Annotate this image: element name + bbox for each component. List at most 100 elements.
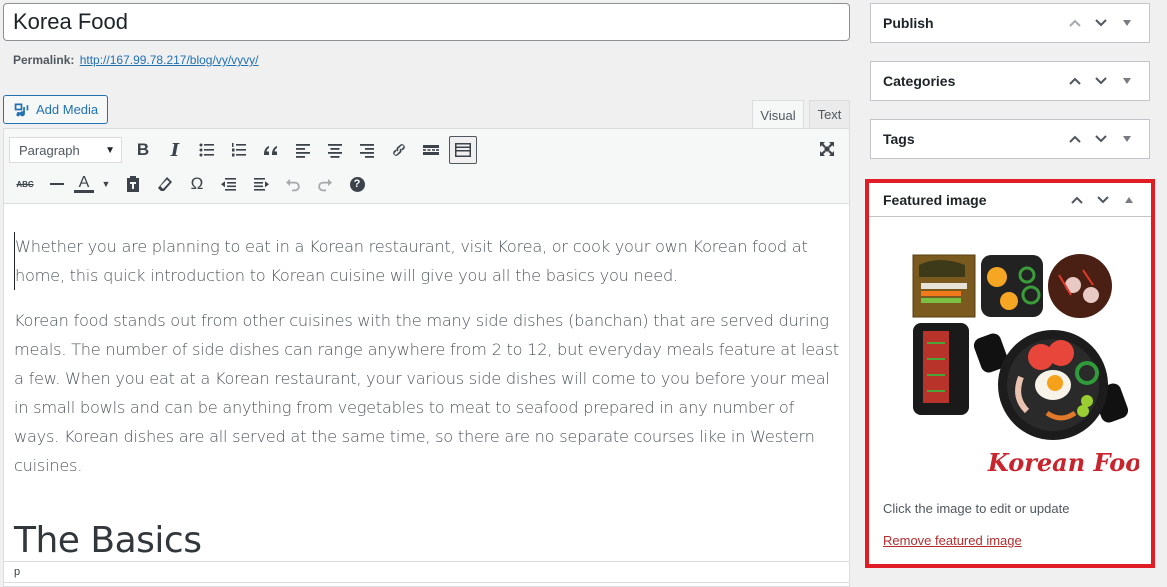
toggle-panel-button[interactable] <box>1117 71 1137 91</box>
paragraph: Whether you are planning to eat in a Kor… <box>14 232 839 290</box>
eraser-icon <box>158 177 172 191</box>
link-icon <box>393 144 405 156</box>
chevron-up-icon <box>1071 196 1083 204</box>
categories-title: Categories <box>883 73 956 89</box>
post-title-input[interactable]: Korea Food <box>3 3 850 41</box>
align-left-icon <box>296 144 310 158</box>
element-path: p <box>4 561 849 583</box>
fullscreen-button[interactable] <box>817 139 837 159</box>
move-up-button[interactable] <box>1067 190 1087 210</box>
text-color-button[interactable]: A <box>73 170 95 198</box>
chevron-up-icon <box>1069 135 1081 143</box>
categories-box: Categories <box>870 61 1150 101</box>
tab-visual[interactable]: Visual <box>752 100 804 130</box>
tab-text[interactable]: Text <box>809 100 850 129</box>
outdent-icon <box>221 178 236 191</box>
move-down-button[interactable] <box>1091 13 1111 33</box>
image-caption: Korean Food <box>987 448 1139 477</box>
chevron-down-icon <box>1095 77 1107 85</box>
bold-icon: B <box>136 140 150 159</box>
bullet-list-icon <box>199 143 214 157</box>
caret-down-icon: ▼ <box>101 179 111 189</box>
add-media-label: Add Media <box>36 102 99 117</box>
triangle-down-icon <box>1123 78 1131 84</box>
caret-down-icon: ▼ <box>105 144 115 156</box>
korean-food-illustration: Korean Food <box>883 225 1158 483</box>
bold-button[interactable]: B <box>127 136 159 164</box>
toggle-panel-button[interactable] <box>1117 129 1137 149</box>
publish-title: Publish <box>883 15 934 31</box>
media-icon <box>14 103 29 117</box>
align-center-button[interactable] <box>319 136 351 164</box>
triangle-up-icon <box>1125 196 1133 203</box>
chevron-down-icon <box>1095 135 1107 143</box>
bullet-list-button[interactable] <box>191 136 223 164</box>
horizontal-line-button[interactable] <box>41 170 73 198</box>
numbered-list-button[interactable] <box>223 136 255 164</box>
chevron-up-icon <box>1069 19 1081 27</box>
move-down-button[interactable] <box>1093 190 1113 210</box>
chevron-down-icon <box>1097 195 1109 203</box>
read-more-icon <box>423 145 439 155</box>
italic-icon: I <box>170 139 180 161</box>
move-up-button[interactable] <box>1065 13 1085 33</box>
fullscreen-icon <box>820 142 834 156</box>
align-left-button[interactable] <box>287 136 319 164</box>
move-down-button[interactable] <box>1091 129 1111 149</box>
toggle-panel-button[interactable] <box>1117 13 1137 33</box>
align-right-button[interactable] <box>351 136 383 164</box>
align-right-icon <box>360 144 374 158</box>
remove-featured-image-link[interactable]: Remove featured image <box>883 533 1022 548</box>
chevron-up-icon <box>1069 77 1081 85</box>
omega-icon: Ω <box>190 174 204 193</box>
undo-icon <box>286 179 300 192</box>
classic-editor: Paragraph ▼ B I ABC A ▼ Ω ? Whether you … <box>3 128 850 587</box>
tags-box: Tags <box>870 119 1150 159</box>
permalink-link[interactable]: http://167.99.78.217/blog/vy/vyvy/ <box>80 53 259 67</box>
heading: The Basics <box>14 520 202 561</box>
text-color-icon: A <box>78 174 90 191</box>
permalink: Permalink: http://167.99.78.217/blog/vy/… <box>13 53 258 67</box>
permalink-label: Permalink: <box>13 53 75 67</box>
outdent-button[interactable] <box>213 170 245 198</box>
undo-button[interactable] <box>277 170 309 198</box>
numbered-list-icon <box>232 143 246 157</box>
move-up-button[interactable] <box>1065 129 1085 149</box>
text-color-dropdown[interactable]: ▼ <box>95 170 117 198</box>
format-select[interactable]: Paragraph ▼ <box>9 137 122 163</box>
align-center-icon <box>328 144 342 158</box>
toolbar-toggle-button[interactable] <box>449 136 477 164</box>
blockquote-button[interactable] <box>255 136 287 164</box>
strikethrough-icon: ABC <box>16 179 34 189</box>
featured-image-thumbnail[interactable]: Korean Food <box>883 225 1158 483</box>
indent-button[interactable] <box>245 170 277 198</box>
redo-button[interactable] <box>309 170 341 198</box>
triangle-down-icon <box>1123 20 1131 26</box>
help-button[interactable]: ? <box>341 170 373 198</box>
read-more-button[interactable] <box>415 136 447 164</box>
color-swatch <box>74 190 94 193</box>
editor-content[interactable]: Whether you are planning to eat in a Kor… <box>4 204 849 561</box>
link-button[interactable] <box>383 136 415 164</box>
help-icon: ? <box>349 176 365 192</box>
move-down-button[interactable] <box>1091 71 1111 91</box>
strikethrough-button[interactable]: ABC <box>9 170 41 198</box>
horizontal-line-icon <box>50 183 64 185</box>
path-item[interactable]: p <box>14 566 20 578</box>
chevron-down-icon <box>1095 19 1107 27</box>
blockquote-icon <box>264 146 277 155</box>
paragraph: Korean food stands out from other cuisin… <box>14 311 839 475</box>
clear-formatting-button[interactable] <box>149 170 181 198</box>
featured-image-help: Click the image to edit or update <box>883 501 1070 516</box>
italic-button[interactable]: I <box>159 136 191 164</box>
editor-toolbar: Paragraph ▼ B I ABC A ▼ Ω ? <box>4 129 849 204</box>
add-media-button[interactable]: Add Media <box>3 95 108 124</box>
redo-icon <box>318 179 332 192</box>
paste-as-text-button[interactable] <box>117 170 149 198</box>
featured-image-box: Featured image Korean Fo Click the image… <box>865 179 1158 568</box>
special-character-button[interactable]: Ω <box>181 170 213 198</box>
featured-image-title: Featured image <box>883 191 987 208</box>
move-up-button[interactable] <box>1065 71 1085 91</box>
tags-title: Tags <box>883 131 915 147</box>
toggle-panel-button[interactable] <box>1119 190 1139 210</box>
